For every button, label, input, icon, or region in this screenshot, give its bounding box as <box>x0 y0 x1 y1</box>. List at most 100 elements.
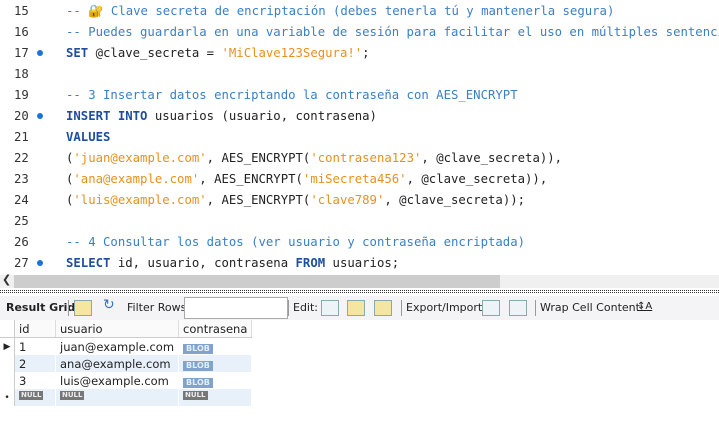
code-token: , @clave_secreta)), <box>421 151 563 165</box>
string-literal: 'miSecreta456' <box>302 172 407 186</box>
code-text: SET @clave_secreta = 'MiClave123Segura!'… <box>66 43 370 64</box>
table-row[interactable]: 2 ana@example.com BLOB <box>0 355 253 372</box>
divider <box>535 300 536 316</box>
cell-id[interactable]: NULL <box>14 389 56 406</box>
line-number: 23 <box>14 172 29 186</box>
new-row[interactable]: • NULL NULL NULL <box>0 389 253 406</box>
cell-id[interactable]: 2 <box>14 355 56 372</box>
line-number: 20 <box>14 109 29 123</box>
row-gutter <box>0 372 15 389</box>
line-number: 18 <box>14 67 29 81</box>
edit-row-icon[interactable] <box>321 300 339 316</box>
keyword: INSERT INTO <box>66 109 148 123</box>
wrap-cell-label: Wrap Cell Content: <box>540 301 644 314</box>
code-token: , AES_ENCRYPT( <box>206 151 311 165</box>
code-text: ('luis@example.com', AES_ENCRYPT('clave7… <box>66 190 525 211</box>
line-number: 17 <box>14 46 29 60</box>
code-text: -- 4 Consultar los datos (ver usuario y … <box>66 232 525 253</box>
statement-marker-icon[interactable] <box>37 260 43 266</box>
cell-contrasena[interactable]: BLOB <box>178 355 253 372</box>
statement-marker-icon[interactable] <box>37 113 43 119</box>
string-literal: 'juan@example.com' <box>73 151 207 165</box>
column-header-id[interactable]: id <box>14 320 56 338</box>
wrap-cell-icon[interactable]: ↕A <box>637 301 652 312</box>
cell-id[interactable]: 3 <box>14 372 56 389</box>
cell-usuario[interactable]: ana@example.com <box>55 355 180 372</box>
code-text: INSERT INTO usuarios (usuario, contrasen… <box>66 106 377 127</box>
line-number: 16 <box>14 25 29 39</box>
table-row[interactable]: 3 luis@example.com BLOB <box>0 372 253 389</box>
delete-row-icon[interactable] <box>374 300 392 316</box>
line-number: 27 <box>14 256 29 270</box>
cell-id[interactable]: 1 <box>14 337 56 355</box>
string-literal: 'clave789' <box>310 193 385 207</box>
export-import-label: Export/Import: <box>406 301 486 314</box>
code-token: , AES_ENCRYPT( <box>206 193 311 207</box>
cell-contrasena[interactable]: BLOB <box>178 337 253 355</box>
comment: -- 4 Consultar los datos (ver usuario y … <box>66 235 526 249</box>
cell-contrasena[interactable]: BLOB <box>178 372 253 389</box>
code-token: , @clave_secreta)); <box>384 193 526 207</box>
keyword: FROM <box>295 256 326 270</box>
export-icon[interactable] <box>482 300 500 316</box>
code-text: ('juan@example.com', AES_ENCRYPT('contra… <box>66 148 562 169</box>
code-text: ('ana@example.com', AES_ENCRYPT('miSecre… <box>66 169 547 190</box>
code-text: -- 🔐 Clave secreta de encriptación (debe… <box>66 1 614 22</box>
code-token: @clave_secreta = <box>95 46 222 60</box>
line-number: 19 <box>14 88 29 102</box>
cell-usuario[interactable]: NULL <box>55 389 180 406</box>
scrollbar-thumb[interactable] <box>14 275 500 288</box>
sql-editor[interactable]: 15 -- 🔐 Clave secreta de encriptación (de… <box>0 0 719 272</box>
result-grid: id usuario contrasena ▶ 1 juan@example.c… <box>0 320 253 406</box>
add-row-icon[interactable] <box>347 300 365 316</box>
code-token: usuarios (usuario, contrasena) <box>147 109 377 123</box>
keyword: SELECT <box>66 256 111 270</box>
comment: -- 🔐 Clave secreta de encriptación (debe… <box>66 4 615 18</box>
cell-usuario[interactable]: juan@example.com <box>55 337 180 355</box>
cell-contrasena[interactable]: NULL <box>178 389 253 406</box>
refresh-icon[interactable]: ↻ <box>103 297 115 313</box>
blob-badge: BLOB <box>183 360 213 371</box>
panel-splitter[interactable] <box>0 290 719 293</box>
row-gutter <box>0 355 15 372</box>
line-number: 22 <box>14 151 29 165</box>
header-row: id usuario contrasena <box>0 320 253 338</box>
new-row-icon: • <box>0 389 15 406</box>
result-toolbar: Result Grid ↻ Filter Rows: Edit: Export/… <box>0 296 719 320</box>
cell-usuario[interactable]: luis@example.com <box>55 372 180 389</box>
divider <box>68 300 69 316</box>
keyword: SET <box>66 46 89 60</box>
null-badge: NULL <box>19 390 44 400</box>
code-token: , AES_ENCRYPT( <box>199 172 303 186</box>
blob-badge: BLOB <box>183 343 213 354</box>
code-token: usuarios; <box>325 256 400 270</box>
divider <box>288 300 289 316</box>
import-icon[interactable] <box>509 300 527 316</box>
horizontal-scrollbar[interactable]: ❮ <box>0 273 719 288</box>
line-number: 15 <box>14 4 29 18</box>
null-badge: NULL <box>183 390 208 400</box>
string-literal: 'luis@example.com' <box>73 193 207 207</box>
scroll-left-icon[interactable]: ❮ <box>2 273 11 286</box>
statement-marker-icon[interactable] <box>37 50 43 56</box>
row-gutter <box>0 320 15 338</box>
code-text: -- 3 Insertar datos encriptando la contr… <box>66 85 518 106</box>
comment: -- Puedes guardarla en una variable de s… <box>66 25 719 39</box>
code-text: VALUES <box>66 127 110 148</box>
code-token: , @clave_secreta)), <box>406 172 548 186</box>
code-token: id, usuario, contrasena <box>110 256 296 270</box>
grid-layout-icon[interactable] <box>74 300 92 316</box>
code-token: ; <box>362 46 370 60</box>
blob-badge: BLOB <box>183 377 213 388</box>
code-text: SELECT id, usuario, contrasena FROM usua… <box>66 253 399 274</box>
line-number: 21 <box>14 130 29 144</box>
column-header-usuario[interactable]: usuario <box>55 320 180 338</box>
table-row[interactable]: ▶ 1 juan@example.com BLOB <box>0 337 253 355</box>
string-literal: 'MiClave123Segura!' <box>221 46 363 60</box>
string-literal: 'contrasena123' <box>310 151 422 165</box>
filter-rows-input[interactable] <box>184 297 288 319</box>
column-header-contrasena[interactable]: contrasena <box>178 320 253 338</box>
code-text: -- Puedes guardarla en una variable de s… <box>66 22 719 43</box>
keyword: VALUES <box>66 130 111 144</box>
line-number: 26 <box>14 235 29 249</box>
